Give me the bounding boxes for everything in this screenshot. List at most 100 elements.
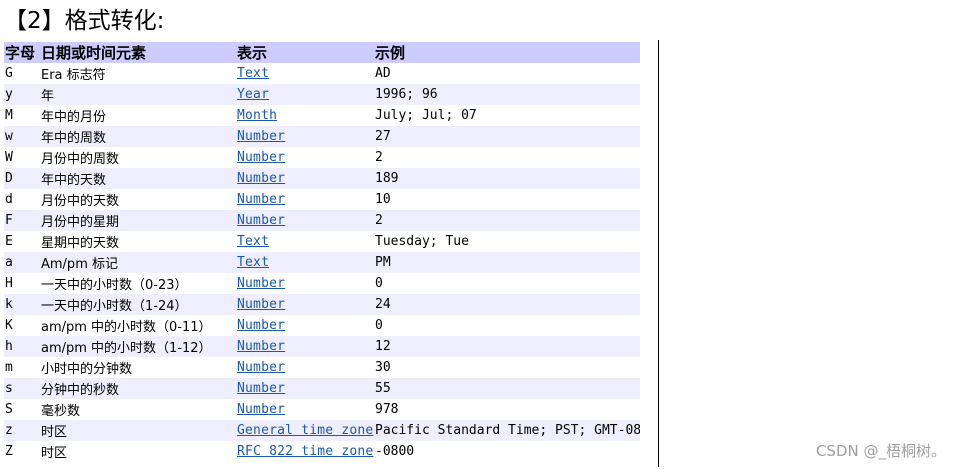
date-time-element: 小时中的分钟数	[41, 362, 133, 377]
presentation-cell: Year	[236, 84, 374, 105]
table-row: d 月份中的天数 Number 10	[4, 189, 640, 210]
example-value: 12	[374, 336, 640, 357]
pattern-letter: h	[4, 336, 40, 357]
presentation-link[interactable]: Number	[237, 213, 285, 228]
pattern-letter: K	[5, 318, 13, 333]
date-time-element: am/pm 中的小时数（0-11）	[41, 320, 212, 335]
pattern-letter: S	[5, 402, 13, 417]
pattern-letter: F	[4, 210, 40, 231]
date-time-element: 年	[40, 84, 236, 105]
header-example: 示例	[374, 42, 640, 63]
presentation-cell: Number	[236, 126, 374, 147]
presentation-link[interactable]: Number	[237, 297, 285, 312]
presentation-link[interactable]: Month	[237, 108, 277, 123]
date-time-element: 星期中的天数	[41, 236, 120, 251]
date-format-table: 字母 日期或时间元素 表示 示例 G Era 标志符 Text AD y 年 Year 199…	[4, 42, 640, 462]
presentation-link[interactable]: Text	[237, 66, 269, 81]
presentation-link[interactable]: Text	[237, 234, 269, 249]
table-row: S 毫秒数 Number 978	[4, 399, 640, 420]
table-row: G Era 标志符 Text AD	[4, 63, 640, 84]
date-time-element: 月份中的天数	[41, 194, 120, 209]
pattern-letter: G	[5, 66, 13, 81]
table-row: F 月份中的星期 Number 2	[4, 210, 640, 231]
presentation-cell: Number	[236, 189, 374, 210]
table-row: D 年中的天数 Number 189	[4, 168, 640, 189]
example-value: 2	[375, 150, 383, 165]
presentation-link[interactable]: Number	[237, 150, 285, 165]
header-letter: 字母	[4, 42, 40, 63]
header-presentation: 表示	[236, 42, 374, 63]
presentation-cell: General time zone	[236, 420, 374, 441]
pattern-letter: m	[5, 360, 13, 375]
example-value: 55	[374, 378, 640, 399]
presentation-link[interactable]: General time zone	[237, 423, 373, 438]
presentation-link[interactable]: Number	[237, 318, 285, 333]
date-time-element: 一天中的小时数（0-23）	[41, 278, 188, 293]
date-time-element: Era 标志符	[41, 68, 106, 83]
pattern-letter: z	[4, 420, 40, 441]
presentation-link[interactable]: Number	[237, 276, 285, 291]
date-time-element: 时区	[41, 446, 68, 461]
presentation-cell: Number	[236, 273, 374, 294]
date-time-element: 年中的月份	[41, 110, 107, 125]
presentation-cell: Number	[236, 294, 374, 315]
example-value: 0	[375, 276, 383, 291]
date-time-element: 月份中的星期	[40, 210, 236, 231]
date-time-element: 时区	[40, 420, 236, 441]
date-time-element: 一天中的小时数（1-24）	[40, 294, 236, 315]
date-time-element: 月份中的周数	[41, 152, 120, 167]
example-value: -0800	[375, 444, 415, 459]
presentation-link[interactable]: Number	[237, 339, 285, 354]
presentation-link[interactable]: Number	[237, 381, 285, 396]
table-row: m 小时中的分钟数 Number 30	[4, 357, 640, 378]
table-row: E 星期中的天数 Text Tuesday; Tue	[4, 231, 640, 252]
table-row: Kam/pm 中的小时数（0-11） Number 0	[4, 315, 640, 336]
presentation-cell: Month	[236, 105, 374, 126]
example-value: 10	[375, 192, 391, 207]
presentation-cell: Number	[236, 399, 374, 420]
presentation-cell: Text	[236, 63, 374, 84]
table-header-row: 字母 日期或时间元素 表示 示例	[4, 42, 640, 63]
pattern-letter: s	[4, 378, 40, 399]
pattern-letter: y	[4, 84, 40, 105]
presentation-link[interactable]: RFC 822 time zone	[237, 444, 373, 459]
pattern-letter: H	[5, 276, 13, 291]
example-value: July; Jul; 07	[375, 108, 477, 123]
presentation-link[interactable]: Year	[237, 87, 269, 102]
pattern-letter: M	[5, 108, 13, 123]
presentation-link[interactable]: Number	[237, 360, 285, 375]
presentation-cell: RFC 822 time zone	[236, 441, 374, 462]
example-value: 30	[375, 360, 391, 375]
example-value: PM	[374, 252, 640, 273]
table-row: H 一天中的小时数（0-23） Number 0	[4, 273, 640, 294]
example-value: 189	[374, 168, 640, 189]
presentation-cell: Number	[236, 336, 374, 357]
table-row: y 年 Year 1996; 96	[4, 84, 640, 105]
date-time-element: 年中的天数	[40, 168, 236, 189]
example-value: 0	[375, 318, 383, 333]
pattern-letter: Z	[5, 444, 13, 459]
date-time-element: 毫秒数	[41, 404, 81, 419]
presentation-link[interactable]: Number	[237, 402, 285, 417]
date-time-element: Am/pm 标记	[40, 252, 236, 273]
table-row: W 月份中的周数 Number 2	[4, 147, 640, 168]
presentation-link[interactable]: Number	[237, 192, 285, 207]
table-row: h am/pm 中的小时数（1-12） Number 12	[4, 336, 640, 357]
table-row: M 年中的月份 Month July; Jul; 07	[4, 105, 640, 126]
example-value: 1996; 96	[374, 84, 640, 105]
example-value: AD	[375, 66, 391, 81]
presentation-cell: Text	[236, 231, 374, 252]
watermark: CSDN @_梧桐树。	[815, 442, 946, 460]
example-value: Pacific Standard Time; PST; GMT-08:00	[374, 420, 640, 441]
date-time-element: 分钟中的秒数	[40, 378, 236, 399]
example-value: Tuesday; Tue	[375, 234, 469, 249]
presentation-link[interactable]: Number	[237, 171, 285, 186]
example-value: 27	[374, 126, 640, 147]
pattern-letter: k	[4, 294, 40, 315]
pattern-letter: W	[5, 150, 13, 165]
table-row: a Am/pm 标记 Text PM	[4, 252, 640, 273]
pattern-letter: w	[4, 126, 40, 147]
table-row: s 分钟中的秒数 Number 55	[4, 378, 640, 399]
presentation-link[interactable]: Number	[237, 129, 285, 144]
presentation-link[interactable]: Text	[237, 255, 269, 270]
